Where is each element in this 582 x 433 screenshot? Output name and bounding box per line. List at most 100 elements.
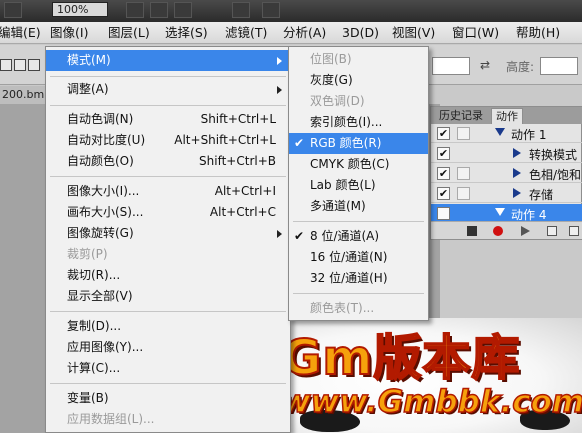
menu-item-duplicate[interactable]: 复制(D)...: [46, 316, 290, 337]
actions-panel: 历史记录 动作 ✔ 动作 1 ✔ 转换模式 ✔ 色相/饱和 ✔ 存储 动作 4: [430, 106, 582, 240]
action-label: 动作 1: [511, 128, 547, 142]
arrange-docs-icon[interactable]: [232, 2, 250, 18]
submenu-item-label: 位图(B): [310, 52, 352, 66]
menu-view[interactable]: 视图(V): [392, 22, 435, 44]
screen-mode-icon[interactable]: [262, 2, 280, 18]
toggle-checkbox[interactable]: ✔: [437, 127, 450, 140]
menu-select[interactable]: 选择(S): [165, 22, 208, 44]
action-label: 色相/饱和: [529, 168, 582, 182]
menu-item-shortcut: Shift+Ctrl+L: [200, 112, 276, 126]
menu-item-calculations[interactable]: 计算(C)...: [46, 358, 290, 379]
dialog-toggle[interactable]: [457, 187, 470, 200]
menu-item-label: 裁切(R)...: [67, 268, 121, 282]
submenu-item-cmyk-color[interactable]: CMYK 颜色(C): [289, 154, 428, 175]
submenu-item-label: 灰度(G): [310, 73, 353, 87]
new-selection-icon[interactable]: [0, 59, 12, 71]
tab-history[interactable]: 历史记录: [435, 108, 487, 124]
submenu-item-bitmap: 位图(B): [289, 49, 428, 70]
menu-item-adjust[interactable]: 调整(A): [46, 79, 290, 100]
submenu-item-32bit[interactable]: 32 位/通道(H): [289, 268, 428, 289]
submenu-item-label: RGB 颜色(R): [310, 136, 382, 150]
height-input[interactable]: [540, 57, 578, 75]
menu-item-canvas-size[interactable]: 画布大小(S)... Alt+Ctrl+C: [46, 202, 290, 223]
menu-item-trim[interactable]: 裁切(R)...: [46, 265, 290, 286]
menu-layer[interactable]: 图层(L): [108, 22, 150, 44]
panel-tabs: 历史记录 动作: [431, 107, 582, 124]
action-step-row[interactable]: ✔ 转换模式: [431, 144, 582, 163]
menu-item-label: 自动颜色(O): [67, 154, 134, 168]
submenu-item-grayscale[interactable]: 灰度(G): [289, 70, 428, 91]
expand-down-icon[interactable]: [495, 128, 505, 136]
menu-item-reveal-all[interactable]: 显示全部(V): [46, 286, 290, 307]
zoom-field[interactable]: 100%: [52, 2, 108, 17]
menu-item-image-size[interactable]: 图像大小(I)... Alt+Ctrl+I: [46, 181, 290, 202]
toggle-checkbox[interactable]: [437, 207, 450, 220]
menu-window[interactable]: 窗口(W): [452, 22, 499, 44]
menu-item-image-rotation[interactable]: 图像旋转(G): [46, 223, 290, 244]
menu-item-mode[interactable]: 模式(M): [46, 50, 290, 71]
submenu-item-8bit[interactable]: ✔ 8 位/通道(A): [289, 226, 428, 247]
menu-item-label: 图像大小(I)...: [67, 184, 140, 198]
record-icon[interactable]: [493, 226, 503, 236]
menu-item-auto-tone[interactable]: 自动色调(N) Shift+Ctrl+L: [46, 109, 290, 130]
submenu-item-rgb-color[interactable]: ✔ RGB 颜色(R): [289, 133, 428, 154]
panel-footer: [431, 221, 582, 239]
action-set-row[interactable]: ✔ 动作 1: [431, 124, 582, 143]
submenu-item-label: 索引颜色(I)...: [310, 115, 383, 129]
submenu-item-lab-color[interactable]: Lab 颜色(L): [289, 175, 428, 196]
submenu-item-multichannel[interactable]: 多通道(M): [289, 196, 428, 217]
expand-down-icon[interactable]: [495, 208, 505, 216]
submenu-arrow-icon: [277, 86, 282, 94]
rotate-view-icon[interactable]: [174, 2, 192, 18]
expand-right-icon[interactable]: [513, 168, 521, 178]
zoom-tool-icon[interactable]: [150, 2, 168, 18]
action-step-row[interactable]: ✔ 色相/饱和: [431, 164, 582, 183]
menu-item-label: 调整(A): [67, 82, 109, 96]
tool-preset-icon[interactable]: [4, 2, 22, 18]
menu-separator: [50, 311, 286, 312]
submenu-item-indexed-color[interactable]: 索引颜色(I)...: [289, 112, 428, 133]
toggle-checkbox[interactable]: ✔: [437, 167, 450, 180]
action-step-row[interactable]: ✔ 存储: [431, 184, 582, 203]
menu-item-label: 计算(C)...: [67, 361, 121, 375]
image-menu: 模式(M) 调整(A) 自动色调(N) Shift+Ctrl+L 自动对比度(U…: [45, 46, 291, 433]
menu-filter[interactable]: 滤镜(T): [225, 22, 267, 44]
subtract-selection-icon[interactable]: [28, 59, 40, 71]
submenu-item-label: 32 位/通道(H): [310, 271, 388, 285]
menu-item-variables[interactable]: 变量(B): [46, 388, 290, 409]
menu-item-shortcut: Shift+Ctrl+B: [199, 154, 276, 168]
hand-tool-icon[interactable]: [126, 2, 144, 18]
toggle-checkbox[interactable]: ✔: [437, 147, 450, 160]
expand-right-icon[interactable]: [513, 188, 521, 198]
toggle-checkbox[interactable]: ✔: [437, 187, 450, 200]
stop-icon[interactable]: [467, 226, 477, 236]
submenu-arrow-icon: [277, 57, 282, 65]
menu-item-label: 自动对比度(U): [67, 133, 146, 147]
checkmark-icon: ✔: [294, 229, 305, 243]
document-tab[interactable]: 200.bmp: [0, 86, 51, 104]
width-input[interactable]: [432, 57, 470, 75]
menu-analysis[interactable]: 分析(A): [283, 22, 326, 44]
tab-actions[interactable]: 动作: [491, 108, 523, 124]
menu-item-apply-image[interactable]: 应用图像(Y)...: [46, 337, 290, 358]
menu-separator: [50, 76, 286, 77]
submenu-item-16bit[interactable]: 16 位/通道(N): [289, 247, 428, 268]
add-selection-icon[interactable]: [14, 59, 26, 71]
dialog-toggle[interactable]: [457, 127, 470, 140]
swap-arrows-icon[interactable]: ⇄: [480, 58, 490, 72]
menu-item-auto-contrast[interactable]: 自动对比度(U) Alt+Shift+Ctrl+L: [46, 130, 290, 151]
menu-item-auto-color[interactable]: 自动颜色(O) Shift+Ctrl+B: [46, 151, 290, 172]
menu-item-label: 裁剪(P): [67, 247, 108, 261]
submenu-item-label: 16 位/通道(N): [310, 250, 388, 264]
play-icon[interactable]: [521, 226, 530, 236]
action-label: 转换模式: [529, 148, 578, 162]
new-action-icon[interactable]: [569, 226, 579, 236]
menu-3d[interactable]: 3D(D): [342, 22, 379, 44]
menu-edit[interactable]: 编辑(E): [0, 22, 41, 44]
menu-help[interactable]: 帮助(H): [516, 22, 560, 44]
new-set-icon[interactable]: [547, 226, 557, 236]
dialog-toggle[interactable]: [457, 167, 470, 180]
expand-right-icon[interactable]: [513, 148, 521, 158]
menu-bar: 编辑(E) 图像(I) 图层(L) 选择(S) 滤镜(T) 分析(A) 3D(D…: [0, 22, 582, 44]
menu-image[interactable]: 图像(I): [50, 22, 88, 44]
